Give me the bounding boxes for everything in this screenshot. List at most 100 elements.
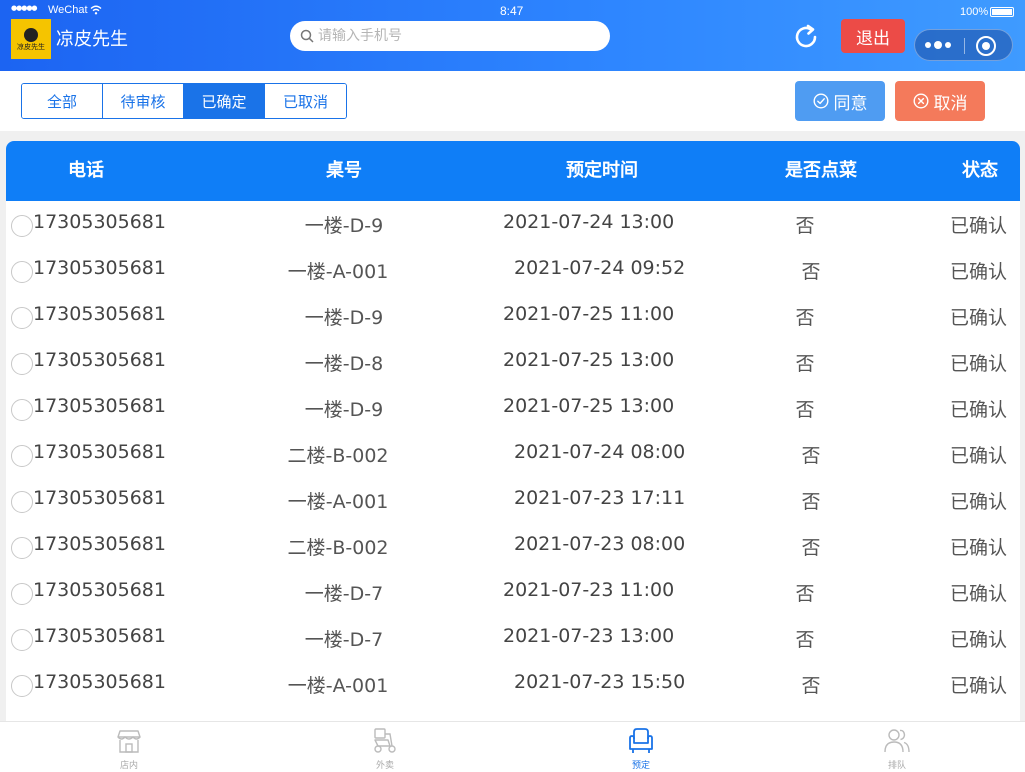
app-header: ●●●●● WeChat 8:47 100% 凉皮先生 凉皮先生 请输入手机号 … [0,0,1025,71]
cell-reservation-time: 2021-07-23 15:50 [514,671,686,693]
table-row[interactable]: 17305305681 一楼-A-001 2021-07-24 09:52 否 已确认 [6,247,1020,293]
nav-item-delivery[interactable]: 外卖 [345,726,425,772]
cell-phone: 17305305681 [33,303,166,325]
cell-status: 已确认 [950,215,1008,237]
cell-table-number: 一楼-A-001 [287,261,389,283]
reservation-table: 电话 桌号 预定时间 是否点菜 状态 17305305681 一楼-D-9 2021… [6,141,1020,721]
cell-ordered: 否 [795,307,815,329]
table-row[interactable]: 17305305681 二楼-B-002 2021-07-24 08:00 否 已确认 [6,431,1020,477]
cell-status: 已确认 [950,353,1008,375]
table-row[interactable]: 17305305681 一楼-D-7 2021-07-23 13:00 否 已确认 [6,615,1020,661]
nav-item-store[interactable]: 店内 [89,726,169,772]
cell-table-number: 一楼-D-7 [304,583,384,605]
table-row[interactable]: 17305305681 一楼-D-7 2021-07-23 11:00 否 已确认 [6,569,1020,615]
cell-ordered: 否 [795,353,815,375]
capsule-divider [964,38,965,54]
cell-ordered: 否 [801,445,821,467]
column-header-time: 预定时间 [566,160,638,181]
cell-phone: 17305305681 [33,211,166,233]
cell-phone: 17305305681 [33,579,166,601]
cell-phone: 17305305681 [33,349,166,371]
cell-table-number: 一楼-D-9 [304,399,384,421]
wifi-icon [90,5,102,15]
table-row[interactable]: 17305305681 一楼-D-9 2021-07-25 11:00 否 已确认 [6,293,1020,339]
table-row[interactable]: 17305305681 一楼-D-9 2021-07-25 13:00 否 已确认 [6,385,1020,431]
cell-ordered: 否 [795,215,815,237]
table-row[interactable]: 17305305681 一楼-A-001 2021-07-23 17:11 否 已确认 [6,477,1020,523]
row-select-radio[interactable] [11,537,33,559]
more-icon[interactable] [925,38,951,52]
store-icon [117,730,141,753]
row-select-radio[interactable] [11,491,33,513]
row-select-radio[interactable] [11,215,33,237]
cell-phone: 17305305681 [33,441,166,463]
row-select-radio[interactable] [11,353,33,375]
cell-status: 已确认 [950,491,1008,513]
cancel-label: 取消 [933,93,968,113]
agree-button[interactable]: 同意 [795,81,885,121]
search-bar[interactable] [290,21,610,51]
cancel-button[interactable]: 取消 [895,81,985,121]
cell-table-number: 一楼-D-8 [304,353,384,375]
agree-label: 同意 [833,93,868,113]
cell-table-number: 一楼-D-9 [304,307,384,329]
cell-table-number: 二楼-B-002 [287,537,389,559]
table-row[interactable]: 17305305681 二楼-B-002 2021-07-23 08:00 否 已确认 [6,523,1020,569]
row-select-radio[interactable] [11,307,33,329]
cell-phone: 17305305681 [33,533,166,555]
cell-ordered: 否 [801,537,821,559]
table-header: 电话 桌号 预定时间 是否点菜 状态 [6,141,1020,201]
row-select-radio[interactable] [11,445,33,467]
table-body: 17305305681 一楼-D-9 2021-07-24 13:00 否已确认 173… [6,201,1020,707]
row-select-radio[interactable] [11,583,33,605]
cell-reservation-time: 2021-07-23 08:00 [514,533,686,555]
row-select-radio[interactable] [11,629,33,651]
cell-status: 已确认 [950,583,1008,605]
cell-reservation-time: 2021-07-23 17:11 [514,487,686,509]
nav-label-reservation: 预定 [631,761,650,771]
close-miniapp-icon[interactable] [976,36,996,56]
refresh-icon[interactable] [791,22,821,52]
table-row[interactable]: 17305305681 一楼-A-001 2021-07-23 15:50 否 已确认 [6,661,1020,707]
logout-button[interactable]: 退出 [841,19,905,53]
scooter-icon [374,728,396,753]
mascot-icon [24,27,38,42]
bottom-nav: 店内 外卖 预定 排队 [0,721,1025,772]
cell-status: 已确认 [950,629,1008,651]
row-select-radio[interactable] [11,675,33,697]
cell-reservation-time: 2021-07-23 11:00 [503,579,675,601]
cell-reservation-time: 2021-07-25 11:00 [503,303,675,325]
nav-label-store: 店内 [119,761,138,771]
row-select-radio[interactable] [11,399,33,421]
cell-reservation-time: 2021-07-24 08:00 [514,441,686,463]
row-select-radio[interactable] [11,261,33,283]
cell-phone: 17305305681 [33,625,166,647]
cell-ordered: 否 [795,629,815,651]
cell-phone: 17305305681 [33,395,166,417]
nav-item-queue[interactable]: 排队 [857,726,937,772]
tab-confirmed[interactable]: 已确定 [184,84,265,118]
battery-icon [990,7,1014,17]
column-header-phone: 电话 [68,160,104,181]
cell-reservation-time: 2021-07-23 13:00 [503,625,675,647]
table-row[interactable]: 17305305681 一楼-D-8 2021-07-25 13:00 否 已确认 [6,339,1020,385]
status-tabs: 全部 待审核 已确定 已取消 [21,83,347,119]
cell-table-number: 一楼-A-001 [287,491,389,513]
cell-table-number: 一楼-A-001 [287,675,389,697]
cell-ordered: 否 [795,399,815,421]
check-circle-icon [812,93,829,109]
cell-ordered: 否 [795,583,815,605]
table-row[interactable]: 17305305681 一楼-D-9 2021-07-24 13:00 否 已确认 [6,201,1020,247]
tab-cancelled[interactable]: 已取消 [265,84,346,118]
cell-status: 已确认 [950,399,1008,421]
tab-all[interactable]: 全部 [22,84,103,118]
nav-item-reservation[interactable]: 预定 [601,726,681,772]
cell-status: 已确认 [950,537,1008,559]
users-icon [884,729,910,753]
filter-toolbar: 全部 待审核 已确定 已取消 同意 取消 [0,71,1025,131]
app-page: ●●●●● WeChat 8:47 100% 凉皮先生 凉皮先生 请输入手机号 … [0,0,1025,772]
phone-search-input[interactable] [318,28,588,44]
cell-ordered: 否 [801,675,821,697]
tab-pending[interactable]: 待审核 [103,84,184,118]
column-header-table: 桌号 [326,160,362,181]
